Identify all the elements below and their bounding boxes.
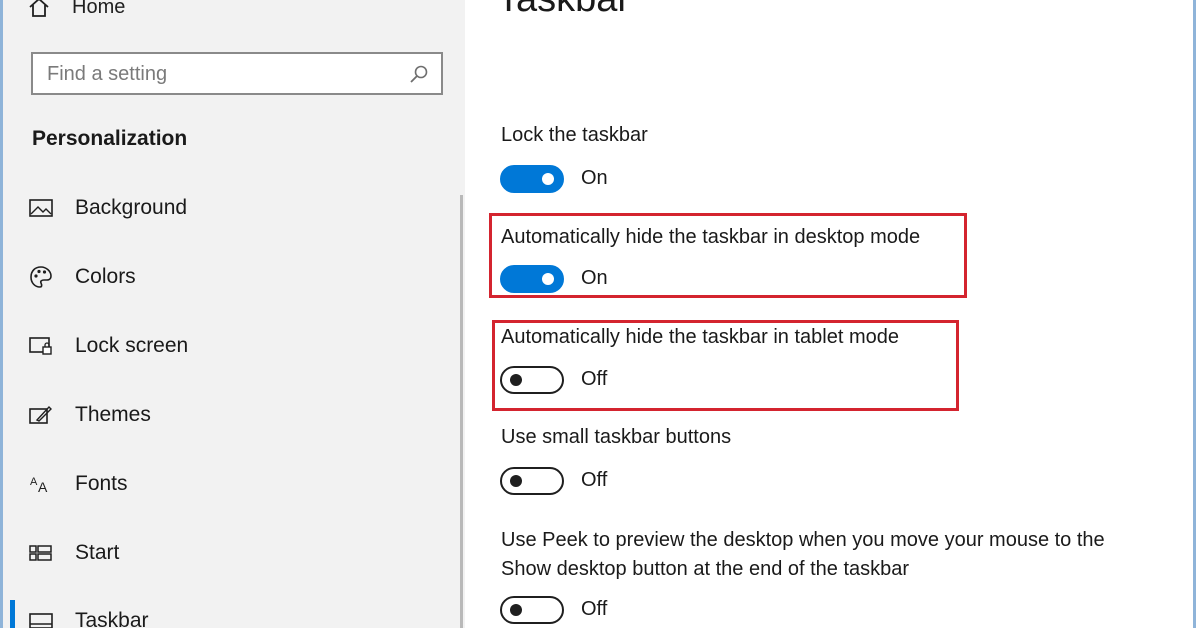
sidebar-item-taskbar[interactable]: Taskbar xyxy=(28,606,448,628)
sidebar-item-label: Themes xyxy=(75,403,151,426)
sidebar-item-lock-screen[interactable]: Lock screen xyxy=(28,331,448,361)
sidebar: Home Personalization Background xyxy=(3,0,465,628)
setting-label-lock-taskbar: Lock the taskbar xyxy=(501,124,648,146)
sidebar-item-themes[interactable]: Themes xyxy=(28,400,448,430)
toggle-state-peek: Off xyxy=(581,598,608,620)
svg-text:A: A xyxy=(38,479,48,495)
toggle-knob xyxy=(542,173,554,185)
setting-label-small-buttons: Use small taskbar buttons xyxy=(501,426,732,448)
toggle-knob xyxy=(510,374,522,386)
section-title: Personalization xyxy=(32,127,188,150)
sidebar-item-background[interactable]: Background xyxy=(28,193,448,223)
setting-label-hide-tablet: Automatically hide the taskbar in tablet… xyxy=(501,326,899,348)
start-icon xyxy=(28,540,54,566)
taskbar-icon xyxy=(28,608,54,628)
sidebar-item-label: Lock screen xyxy=(75,334,189,357)
sidebar-item-label: Taskbar xyxy=(75,609,149,628)
toggle-knob xyxy=(510,604,522,616)
setting-label-hide-desktop: Automatically hide the taskbar in deskto… xyxy=(501,226,921,248)
search-input[interactable] xyxy=(47,62,397,86)
sidebar-item-start[interactable]: Start xyxy=(28,538,448,568)
svg-text:A: A xyxy=(30,476,38,488)
sidebar-item-colors[interactable]: Colors xyxy=(28,262,448,292)
image-icon xyxy=(28,195,54,221)
sidebar-item-label: Colors xyxy=(75,265,136,288)
search-box[interactable] xyxy=(31,52,443,95)
sidebar-scrollbar[interactable] xyxy=(460,195,463,628)
toggle-lock-taskbar[interactable] xyxy=(500,165,564,193)
toggle-hide-tablet[interactable] xyxy=(500,366,564,394)
palette-icon xyxy=(28,264,54,290)
toggle-knob xyxy=(510,475,522,487)
toggle-state-lock-taskbar: On xyxy=(581,167,608,189)
toggle-state-hide-tablet: Off xyxy=(581,368,608,390)
toggle-small-buttons[interactable] xyxy=(500,467,564,495)
home-label: Home xyxy=(72,0,126,18)
toggle-knob xyxy=(542,273,554,285)
main-panel: Taskbar Lock the taskbar On Automaticall… xyxy=(465,0,1193,628)
lock-screen-icon xyxy=(28,333,54,359)
toggle-state-hide-desktop: On xyxy=(581,267,608,289)
setting-label-peek: Use Peek to preview the desktop when you… xyxy=(501,529,1105,580)
fonts-icon: A A xyxy=(28,471,54,497)
search-icon[interactable] xyxy=(409,64,429,84)
home-link[interactable]: Home xyxy=(28,0,125,22)
sidebar-item-fonts[interactable]: A A Fonts xyxy=(28,469,448,499)
themes-icon xyxy=(28,402,54,428)
settings-window: Home Personalization Background xyxy=(0,0,1196,628)
sidebar-item-label: Start xyxy=(75,541,120,564)
page-title: Taskbar xyxy=(497,0,630,21)
sidebar-item-label: Fonts xyxy=(75,472,128,495)
sidebar-item-label: Background xyxy=(75,196,188,219)
toggle-hide-desktop[interactable] xyxy=(500,265,564,293)
active-indicator xyxy=(10,600,15,628)
toggle-state-small-buttons: Off xyxy=(581,469,608,491)
home-icon xyxy=(29,0,49,17)
toggle-peek[interactable] xyxy=(500,596,564,624)
